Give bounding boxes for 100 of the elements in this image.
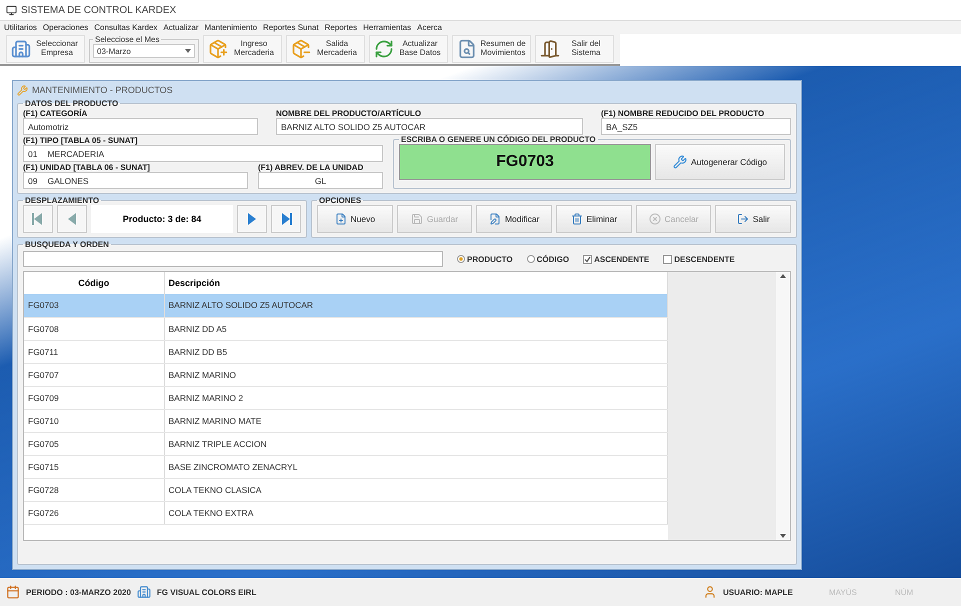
scrollbar[interactable] — [776, 272, 790, 540]
table-row[interactable]: FG0728 COLA TEKNO CLASICA — [24, 478, 668, 501]
calendar-icon — [6, 585, 20, 599]
table-cell: FG0705 — [24, 432, 164, 455]
trash-icon — [570, 213, 582, 225]
last-icon — [279, 211, 293, 227]
table-row[interactable]: FG0709 BARNIZ MARINO 2 — [24, 386, 668, 409]
toolbar-button[interactable]: Ingreso Mercaderia — [203, 35, 282, 63]
option-button[interactable]: Modificar — [476, 205, 552, 233]
group-title: ESCRIBA O GENERE UN CÓDIGO DEL PRODUCTO — [400, 135, 597, 144]
box-plus-icon — [208, 39, 228, 59]
refresh-icon — [374, 39, 394, 59]
table-row[interactable]: FG0726 COLA TEKNO EXTRA — [24, 501, 668, 524]
autogenerate-button[interactable]: Autogenerar Código — [655, 144, 785, 180]
wrench-icon — [17, 84, 28, 96]
table-row[interactable]: FG0705 BARNIZ TRIPLE ACCION — [24, 432, 668, 455]
column-header: Código — [24, 272, 164, 294]
building-icon — [136, 585, 151, 599]
menu-item[interactable]: Utilitarios — [4, 23, 37, 32]
company-label: FG VISUAL COLORS EIRL — [156, 588, 256, 596]
child-window-title: MANTENIMIENTO - PRODUCTOS — [32, 85, 173, 95]
group-title: DESPLAZAMIENTO — [24, 196, 100, 205]
radio-option[interactable]: CÓDIGO — [526, 254, 570, 264]
group-title: BUSQUEDA Y ORDEN — [24, 240, 110, 249]
table-cell: BARNIZ MARINO MATE — [164, 409, 668, 432]
next-button[interactable] — [237, 205, 267, 233]
table-row[interactable]: FG0707 BARNIZ MARINO — [24, 363, 668, 386]
table-cell: BARNIZ MARINO — [164, 363, 668, 386]
menu-item[interactable]: Reportes — [324, 23, 358, 32]
table-cell: FG0703 — [24, 294, 164, 317]
menu-item[interactable]: Actualizar — [163, 23, 199, 32]
unit-abbrev-field[interactable]: GL — [258, 172, 383, 189]
month-dropdown[interactable]: 03-Marzo — [93, 44, 195, 58]
user-icon — [703, 585, 717, 599]
table-row[interactable]: FG0711 BARNIZ DD B5 — [24, 340, 668, 363]
table-cell: FG0707 — [24, 363, 164, 386]
menu-item[interactable]: Operaciones — [42, 23, 88, 32]
app-icon — [6, 4, 17, 16]
scroll-down-icon[interactable] — [780, 534, 786, 538]
field-label: (F1) CATEGORÍA — [23, 109, 88, 118]
short-name-field[interactable]: BA_SZ5 — [601, 118, 791, 135]
table-cell: FG0709 — [24, 386, 164, 409]
unit-field[interactable]: 09 GALONES — [23, 172, 248, 189]
checkbox-option[interactable]: ASCENDENTE — [583, 254, 650, 264]
previous-button[interactable] — [57, 205, 87, 233]
table-cell: FG0715 — [24, 455, 164, 478]
table-cell: FG0711 — [24, 340, 164, 363]
toolbar-button[interactable]: Actualizar Base Datos — [369, 35, 448, 63]
table-cell: BARNIZ TRIPLE ACCION — [164, 432, 668, 455]
new-file-icon — [334, 213, 347, 225]
field-label: (F1) UNIDAD [TABLA 06 - SUNAT] — [23, 163, 151, 172]
caret-icon — [185, 49, 191, 53]
scroll-up-icon[interactable] — [780, 274, 786, 278]
table-cell: COLA TEKNO CLASICA — [164, 478, 668, 501]
window-title: SISTEMA DE CONTROL KARDEX — [21, 4, 176, 16]
table-row[interactable]: FG0715 BASE ZINCROMATO ZENACRYL — [24, 455, 668, 478]
menu-item[interactable]: Herramientas — [363, 23, 412, 32]
user-label: USUARIO: MAPLE — [723, 588, 794, 596]
option-button[interactable]: Nuevo — [317, 205, 393, 233]
toolbar-button[interactable]: Seleccionar Empresa — [6, 35, 85, 63]
checkbox-option[interactable]: DESCENDENTE — [663, 254, 735, 264]
field-label: (F1) TIPO [TABLA 05 - SUNAT] — [23, 136, 139, 145]
table-cell: FG0726 — [24, 501, 164, 524]
first-button[interactable] — [23, 205, 53, 233]
field-label: NOMBRE DEL PRODUCTO/ARTÍCULO — [276, 109, 422, 118]
menu-item[interactable]: Acerca — [417, 23, 442, 32]
field-label: (F1) NOMBRE REDUCIDO DEL PRODUCTO — [601, 109, 766, 118]
table-cell: BARNIZ ALTO SOLIDO Z5 AUTOCAR — [164, 294, 668, 317]
radio-option[interactable]: PRODUCTO — [457, 254, 513, 264]
table-cell: BARNIZ MARINO 2 — [164, 386, 668, 409]
table-row[interactable]: FG0710 BARNIZ MARINO MATE — [24, 409, 668, 432]
month-label: Selecciose el Mes — [94, 35, 160, 44]
search-field[interactable] — [23, 251, 443, 267]
building-icon — [11, 39, 31, 59]
table-cell: BASE ZINCROMATO ZENACRYL — [164, 455, 668, 478]
option-button[interactable]: Salir — [715, 205, 792, 233]
edit-icon — [488, 213, 501, 225]
type-field[interactable]: 01 MERCADERIA — [23, 145, 383, 162]
last-button[interactable] — [271, 205, 301, 233]
product-code-field[interactable]: FG0703 — [399, 144, 651, 180]
menu-item[interactable]: Mantenimiento — [204, 23, 258, 32]
column-header: Descripción — [164, 272, 668, 294]
table-cell: FG0710 — [24, 409, 164, 432]
product-name-field[interactable]: BARNIZ ALTO SOLIDO Z5 AUTOCAR — [276, 118, 583, 135]
toolbar-button[interactable]: Resumen de Movimientos — [452, 35, 531, 63]
table-cell: FG0708 — [24, 317, 164, 340]
menu-item[interactable]: Consultas Kardex — [94, 23, 158, 32]
menu-item[interactable]: Reportes Sunat — [263, 23, 319, 32]
table-row[interactable]: FG0703 BARNIZ ALTO SOLIDO Z5 AUTOCAR — [24, 294, 668, 317]
category-field[interactable]: Automotriz — [23, 118, 258, 135]
table-cell: BARNIZ DD B5 — [164, 340, 668, 363]
table-row[interactable]: FG0708 BARNIZ DD A5 — [24, 317, 668, 340]
wrench-icon — [672, 155, 687, 169]
door-icon — [540, 39, 560, 59]
field-label: (F1) ABREV. DE LA UNIDAD — [258, 163, 364, 172]
toolbar-button[interactable]: Salir del Sistema — [535, 35, 614, 63]
group-title: DATOS DEL PRODUCTO — [24, 99, 120, 108]
toolbar-button[interactable]: Salida Mercaderia — [286, 35, 365, 63]
option-button[interactable]: Eliminar — [556, 205, 632, 233]
table-cell: COLA TEKNO EXTRA — [164, 501, 668, 524]
